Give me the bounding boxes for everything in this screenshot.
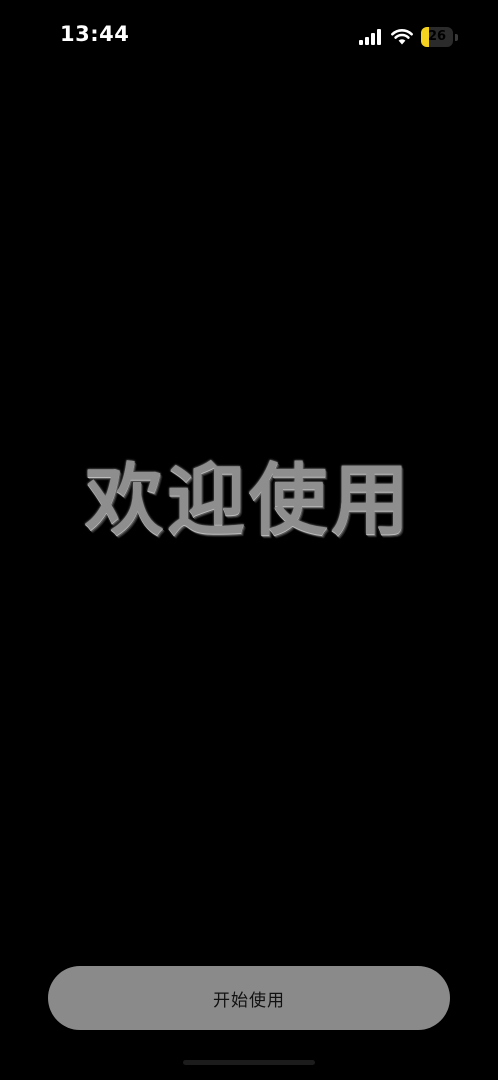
battery-level: 26	[427, 29, 447, 44]
cellular-signal-icon	[359, 29, 381, 45]
home-indicator	[183, 1060, 315, 1065]
wifi-icon	[391, 29, 413, 45]
battery-cap	[455, 33, 458, 41]
start-button[interactable]: 开始使用	[48, 966, 450, 1030]
battery-icon: 26	[421, 27, 453, 47]
welcome-title: 欢迎使用	[84, 456, 413, 546]
status-bar: 13:44 26	[0, 0, 498, 74]
status-time: 13:44	[60, 22, 130, 46]
status-icons: 26	[359, 26, 458, 48]
